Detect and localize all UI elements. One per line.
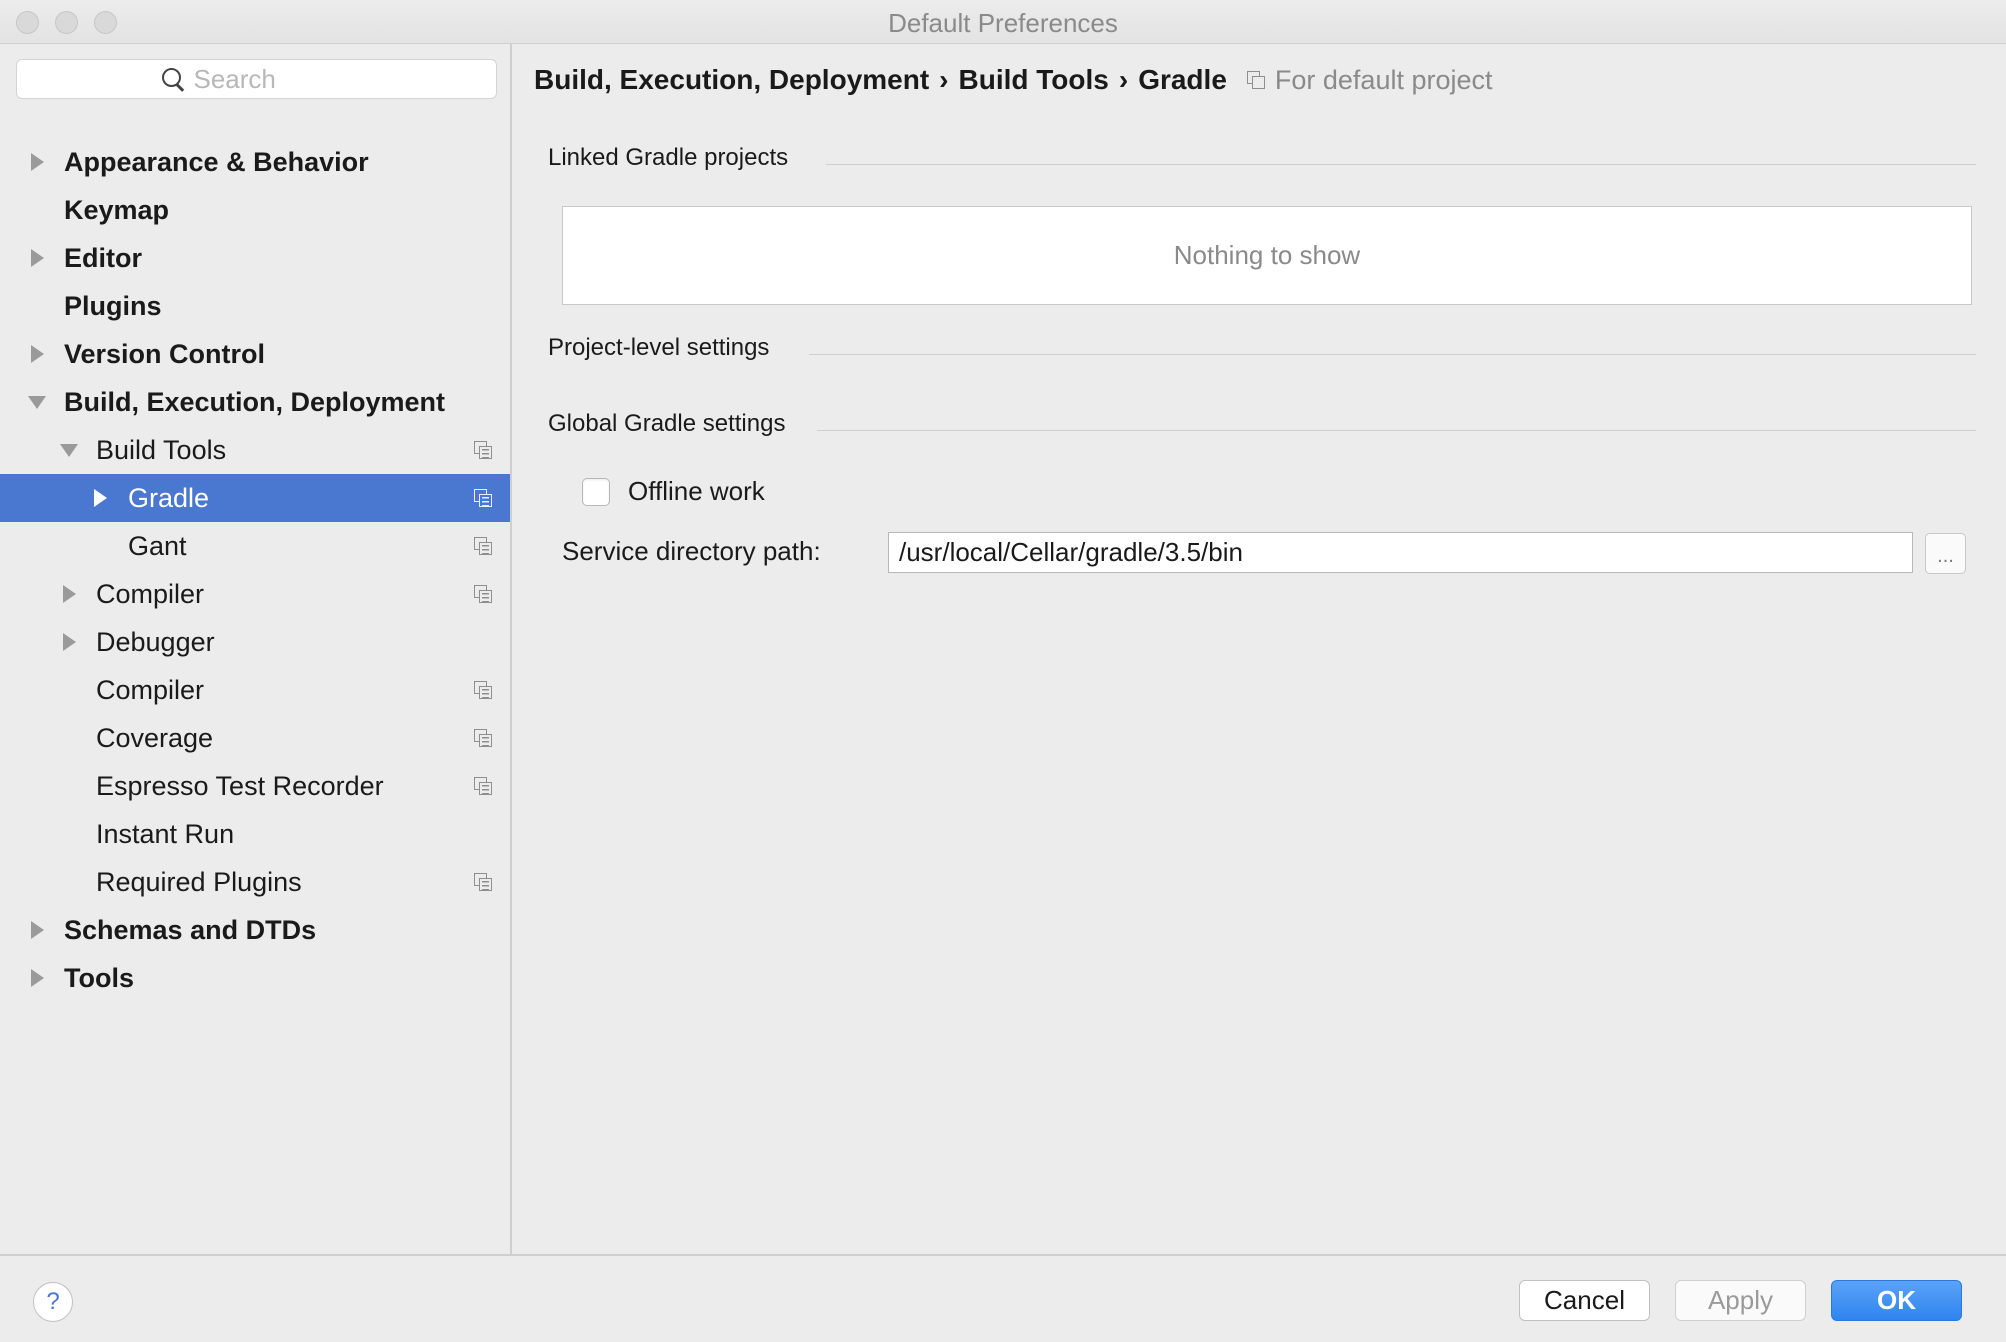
sidebar-item-coverage[interactable]: Coverage	[0, 714, 510, 762]
expand-arrow-icon[interactable]	[31, 921, 44, 939]
sidebar-item-plugins[interactable]: Plugins	[0, 282, 510, 330]
sidebar-item-tools[interactable]: Tools	[0, 954, 510, 1002]
sidebar-item-label: Debugger	[96, 626, 215, 657]
section-divider	[809, 354, 1976, 355]
breadcrumb-part: Build, Execution, Deployment	[534, 64, 930, 95]
sidebar-item-debugger[interactable]: Debugger	[0, 618, 510, 666]
empty-state-text: Nothing to show	[1173, 240, 1361, 270]
sidebar-item-schemas-and-dtds[interactable]: Schemas and DTDs	[0, 906, 510, 954]
settings-tree: Appearance & Behavior Keymap Editor Plug…	[0, 138, 510, 1002]
project-settings-title: Project-level settings	[548, 334, 770, 361]
breadcrumb-separator: ›	[939, 64, 949, 95]
sidebar-item-label: Keymap	[64, 194, 170, 225]
expand-arrow-icon[interactable]	[31, 969, 44, 987]
global-settings-title: Global Gradle settings	[548, 410, 786, 437]
offline-work-label[interactable]: Offline work	[628, 476, 765, 507]
sidebar-item-build-execution-deployment[interactable]: Build, Execution, Deployment	[0, 378, 510, 426]
sidebar-item-label: Editor	[64, 242, 142, 273]
search-icon	[160, 66, 186, 92]
project-scope-icon	[474, 441, 492, 459]
sidebar-item-keymap[interactable]: Keymap	[0, 186, 510, 234]
search-input[interactable]	[193, 63, 314, 95]
scope-label: For default project	[1274, 64, 1493, 95]
project-scope-icon	[474, 729, 492, 747]
project-scope-icon	[1246, 71, 1265, 89]
search-box[interactable]	[16, 59, 497, 99]
sidebar-item-label: Instant Run	[96, 818, 235, 849]
sidebar-item-gradle[interactable]: Gradle	[0, 474, 510, 522]
service-directory-input[interactable]	[888, 532, 1913, 573]
sidebar-item-label: Build Tools	[96, 434, 227, 465]
project-scope-icon	[474, 777, 492, 795]
browse-button[interactable]: ...	[1925, 533, 1966, 574]
sidebar-item-label: Version Control	[64, 338, 266, 369]
expand-arrow-icon[interactable]	[31, 345, 44, 363]
sidebar-item-label: Build, Execution, Deployment	[64, 386, 446, 417]
title-bar: Default Preferences	[0, 0, 2006, 44]
expand-arrow-icon[interactable]	[94, 489, 107, 507]
sidebar-item-compiler[interactable]: Compiler	[0, 666, 510, 714]
apply-button[interactable]: Apply	[1675, 1280, 1806, 1321]
help-button[interactable]: ?	[33, 1282, 73, 1322]
offline-work-checkbox[interactable]	[582, 477, 610, 506]
sidebar-item-label: Compiler	[96, 578, 205, 609]
sidebar-item-label: Coverage	[96, 722, 214, 753]
sidebar-item-label: Appearance & Behavior	[64, 146, 369, 177]
sidebar-item-label: Required Plugins	[96, 866, 302, 897]
project-scope-icon	[474, 537, 492, 555]
section-divider	[817, 430, 1976, 431]
project-scope-icon	[474, 585, 492, 603]
sidebar-item-build-tools[interactable]: Build Tools	[0, 426, 510, 474]
sidebar-item-label: Espresso Test Recorder	[96, 770, 384, 801]
breadcrumb-part: Build Tools	[958, 64, 1109, 95]
collapse-arrow-icon[interactable]	[28, 395, 46, 409]
sidebar-item-label: Gradle	[128, 482, 210, 513]
expand-arrow-icon[interactable]	[63, 633, 76, 651]
sidebar-item-required-plugins[interactable]: Required Plugins	[0, 858, 510, 906]
sidebar-item-instant-run[interactable]: Instant Run	[0, 810, 510, 858]
expand-arrow-icon[interactable]	[63, 585, 76, 603]
dialog-footer: ? Cancel Apply OK	[0, 1254, 2006, 1342]
project-scope-icon	[474, 489, 492, 507]
sidebar-item-label: Schemas and DTDs	[64, 914, 317, 945]
window-title: Default Preferences	[888, 8, 1118, 38]
sidebar-item-label: Compiler	[96, 674, 205, 705]
sidebar-item-label: Gant	[128, 530, 187, 561]
sidebar-item-appearance-behavior[interactable]: Appearance & Behavior	[0, 138, 510, 186]
project-scope-icon	[474, 681, 492, 699]
breadcrumb-separator: ›	[1118, 64, 1129, 95]
ok-button[interactable]: OK	[1831, 1280, 1962, 1321]
service-directory-label: Service directory path:	[562, 536, 821, 566]
collapse-arrow-icon[interactable]	[60, 443, 78, 457]
sidebar-item-editor[interactable]: Editor	[0, 234, 510, 282]
offline-work-option[interactable]: Offline work	[582, 476, 765, 507]
breadcrumb-part: Gradle	[1138, 64, 1227, 95]
expand-arrow-icon[interactable]	[31, 249, 44, 267]
sidebar-item-compiler-group[interactable]: Compiler	[0, 570, 510, 618]
settings-sidebar: Appearance & Behavior Keymap Editor Plug…	[0, 44, 512, 1254]
cancel-button[interactable]: Cancel	[1519, 1280, 1650, 1321]
breadcrumb: Build, Execution, Deployment › Build Too…	[534, 60, 1493, 100]
project-scope-icon	[474, 873, 492, 891]
linked-projects-list[interactable]: Nothing to show	[562, 206, 1972, 305]
section-divider	[826, 164, 1976, 165]
settings-content: Build, Execution, Deployment › Build Too…	[514, 44, 2006, 1254]
sidebar-item-gant[interactable]: Gant	[0, 522, 510, 570]
linked-projects-title: Linked Gradle projects	[548, 144, 789, 171]
sidebar-item-version-control[interactable]: Version Control	[0, 330, 510, 378]
sidebar-item-label: Plugins	[64, 290, 162, 321]
expand-arrow-icon[interactable]	[31, 153, 44, 171]
sidebar-item-espresso-test-recorder[interactable]: Espresso Test Recorder	[0, 762, 510, 810]
sidebar-item-label: Tools	[64, 962, 134, 993]
